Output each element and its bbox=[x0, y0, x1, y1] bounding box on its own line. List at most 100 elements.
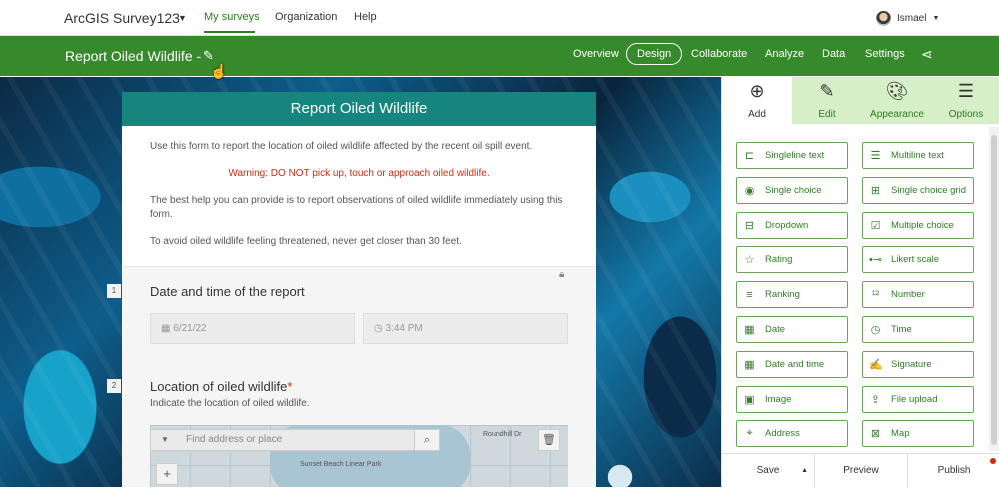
question-type-single-choice-grid[interactable]: ⊞ Single choice grid bbox=[862, 176, 974, 204]
question-type-file-upload[interactable]: ⇪ File upload bbox=[862, 385, 974, 413]
number-icon: ¹² bbox=[871, 288, 880, 301]
question-type-rating[interactable]: ☆ Rating bbox=[736, 246, 848, 274]
publish-button[interactable]: Publish bbox=[907, 454, 999, 487]
date-time-icon: ▦ bbox=[744, 358, 755, 371]
map-icon: ⊠ bbox=[870, 428, 881, 441]
question-type-address[interactable]: ⌖ Address bbox=[736, 420, 848, 448]
question-type-dropdown[interactable]: ⊟ Dropdown bbox=[736, 211, 848, 239]
warning-text: Warning: DO NOT pick up, touch or approa… bbox=[228, 168, 490, 179]
question-type-number[interactable]: ¹² Number bbox=[862, 281, 974, 309]
location-map[interactable]: ▼ Find address or place ⌕ Sunset Beach L… bbox=[150, 425, 568, 487]
tab-add-label: Add bbox=[748, 109, 766, 120]
sliders-icon: ☰ bbox=[957, 81, 975, 101]
question-type-label: Number bbox=[891, 289, 925, 301]
user-name: Ismael bbox=[897, 13, 927, 24]
calendar-icon: ▦ bbox=[161, 323, 171, 334]
tab-appearance-label: Appearance bbox=[870, 109, 924, 120]
design-side-panel: ⊕ Add ✎ Edit 🎨︎ Appearance ☰ Options ⊏ Si… bbox=[721, 77, 999, 487]
active-nav-underline bbox=[204, 31, 255, 33]
nav-help[interactable]: Help bbox=[354, 11, 377, 23]
question-type-label: Single choice bbox=[765, 184, 822, 196]
save-button[interactable]: Save ▲ bbox=[722, 454, 814, 487]
unpublished-changes-dot bbox=[990, 458, 996, 464]
tab-collaborate[interactable]: Collaborate bbox=[691, 48, 747, 60]
question-type-label: Date and time bbox=[765, 358, 825, 370]
form-description[interactable]: Use this form to report the location of … bbox=[122, 126, 596, 266]
tab-data[interactable]: Data bbox=[822, 48, 845, 60]
panel-scrollbar-thumb[interactable] bbox=[991, 135, 997, 445]
question-title-date-time[interactable]: Date and time of the report bbox=[150, 284, 305, 299]
question-type-label: Time bbox=[891, 324, 912, 335]
question-hint: Indicate the location of oiled wildlife. bbox=[150, 398, 310, 409]
question-type-signature[interactable]: ✍ Signature bbox=[862, 350, 974, 378]
question-title-location[interactable]: Location of oiled wildlife* bbox=[150, 379, 292, 394]
search-icon[interactable]: ⌕ bbox=[414, 429, 440, 451]
share-icon[interactable]: ⋖ bbox=[921, 46, 933, 63]
clock-icon: ◷ bbox=[870, 324, 881, 336]
pencil-icon[interactable]: ✎ bbox=[203, 48, 214, 64]
preview-button[interactable]: Preview bbox=[814, 454, 907, 487]
nav-my-surveys[interactable]: My surveys bbox=[204, 11, 260, 23]
form-preview-card: Report Oiled Wildlife Use this form to r… bbox=[122, 92, 596, 487]
question-type-time[interactable]: ◷ Time bbox=[862, 316, 974, 343]
tab-settings[interactable]: Settings bbox=[865, 48, 905, 60]
app-name[interactable]: ArcGIS Survey123 bbox=[64, 10, 180, 26]
date-field[interactable]: ▦ 6/21/22 bbox=[150, 313, 355, 344]
location-pin-icon: ⌖ bbox=[746, 427, 753, 440]
question-type-map[interactable]: ⊠ Map bbox=[862, 420, 974, 448]
question-type-label: Rating bbox=[765, 254, 793, 266]
tab-design[interactable]: Design bbox=[626, 43, 683, 65]
tab-edit[interactable]: ✎ Edit bbox=[792, 77, 862, 124]
radio-icon: ◉ bbox=[744, 184, 755, 197]
preview-label: Preview bbox=[843, 465, 879, 476]
question-type-label: Date bbox=[765, 324, 786, 335]
tab-appearance[interactable]: 🎨︎ Appearance bbox=[862, 77, 932, 124]
question-type-likert-scale[interactable]: •⊸ Likert scale bbox=[862, 246, 974, 274]
question-type-multiple-choice[interactable]: ☑ Multiple choice bbox=[862, 211, 974, 239]
question-type-label: Ranking bbox=[765, 289, 800, 301]
save-options-caret-icon[interactable]: ▲ bbox=[801, 454, 808, 488]
pointer-cursor-icon: ☝ bbox=[210, 63, 228, 79]
time-value: 3:44 PM bbox=[385, 323, 423, 334]
question-number-2: 2 bbox=[107, 379, 121, 393]
question-type-label: File upload bbox=[891, 393, 938, 405]
grid-choice-icon: ⊞ bbox=[870, 184, 881, 197]
user-menu[interactable]: Ismael ▼ bbox=[876, 11, 939, 26]
app-menu-caret-icon[interactable]: ▼ bbox=[178, 13, 187, 23]
question-type-image[interactable]: ▣ Image bbox=[736, 385, 848, 413]
dropdown-icon: ⊟ bbox=[744, 219, 755, 232]
question-type-multiline-text[interactable]: ☰ Multiline text bbox=[862, 142, 974, 169]
survey-title: Report Oiled Wildlife - bbox=[65, 48, 202, 64]
nav-organization[interactable]: Organization bbox=[275, 11, 337, 23]
pencil-icon: ✎ bbox=[819, 81, 835, 101]
form-header[interactable]: Report Oiled Wildlife bbox=[122, 92, 596, 126]
question-type-date-and-time[interactable]: ▦ Date and time bbox=[736, 350, 848, 378]
map-place-label: Sunset Beach Linear Park bbox=[300, 461, 382, 468]
time-field[interactable]: ◷ 3:44 PM bbox=[363, 313, 568, 344]
panel-tabs: ⊕ Add ✎ Edit 🎨︎ Appearance ☰ Options bbox=[722, 77, 999, 124]
plus-circle-icon: ⊕ bbox=[749, 81, 765, 101]
question-title-location-text: Location of oiled wildlife bbox=[150, 379, 288, 394]
panel-footer: Save ▲ Preview Publish bbox=[722, 453, 999, 487]
zoom-in-button[interactable]: + bbox=[156, 463, 178, 485]
question-type-ranking[interactable]: ≡ Ranking bbox=[736, 281, 848, 309]
search-source-dropdown-icon[interactable]: ▼ bbox=[161, 430, 169, 450]
tab-add[interactable]: ⊕ Add bbox=[722, 77, 792, 124]
required-mark: * bbox=[287, 379, 293, 394]
question-type-label: Multiple choice bbox=[891, 219, 954, 231]
panel-scrollbar[interactable] bbox=[989, 127, 999, 451]
save-label: Save bbox=[756, 465, 780, 476]
upload-icon: ⇪ bbox=[870, 393, 881, 406]
trash-icon[interactable]: 🗑︎ bbox=[538, 429, 560, 451]
question-type-singleline-text[interactable]: ⊏ Singleline text bbox=[736, 142, 848, 169]
question-type-date[interactable]: ▦ Date bbox=[736, 316, 848, 343]
multiline-text-icon: ☰ bbox=[870, 150, 881, 162]
tab-overview[interactable]: Overview bbox=[573, 48, 619, 60]
tab-options[interactable]: ☰ Options bbox=[932, 77, 999, 124]
tab-analyze[interactable]: Analyze bbox=[765, 48, 804, 60]
calendar-icon: ▦ bbox=[744, 324, 755, 336]
map-search-input[interactable]: ▼ Find address or place bbox=[150, 429, 440, 451]
question-type-single-choice[interactable]: ◉ Single choice bbox=[736, 176, 848, 204]
question-type-label: Signature bbox=[891, 358, 932, 370]
lock-icon: 🔒︎ bbox=[559, 269, 565, 280]
